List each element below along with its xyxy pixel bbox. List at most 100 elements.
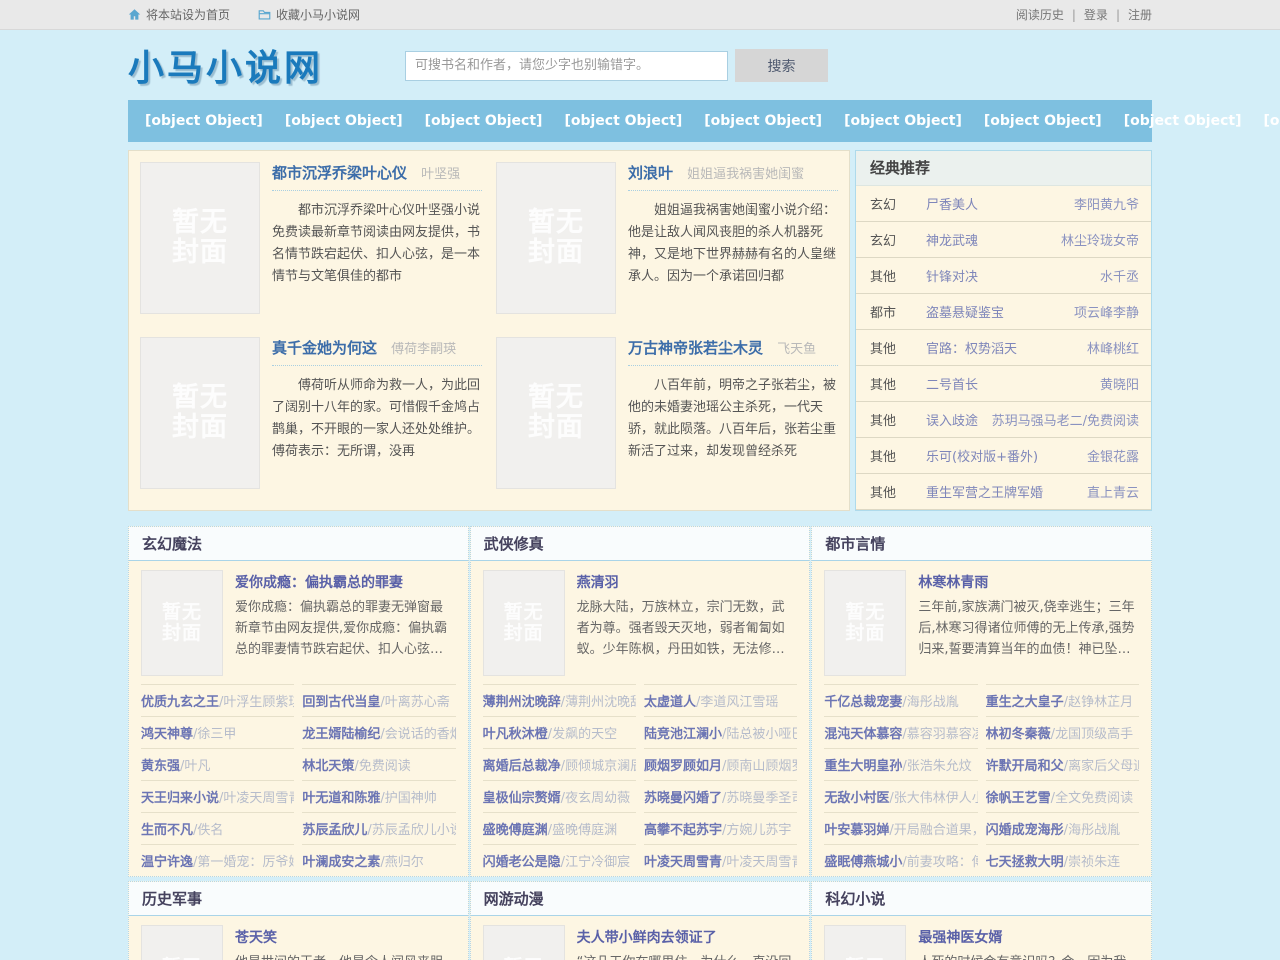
book-title-link[interactable]: 夫人带小鲜肉去领证了: [577, 927, 798, 947]
book-cover-placeholder[interactable]: 暂无封面: [140, 162, 260, 314]
book-title-link[interactable]: 盗墓悬疑鉴宝: [926, 302, 1068, 321]
book-list-item: 林初冬秦薇龙国顶级高手: [986, 716, 1139, 748]
book-list-item: 无敌小村医张大伟林伊人小: [824, 780, 977, 812]
category-section: 都市言情 暂无封面 林寒林青雨 三年前,家族满门被灭,侥幸逃生；三年后,林寒习得…: [811, 526, 1152, 877]
book-title-link[interactable]: 都市沉浮乔梁叶心仪: [272, 164, 407, 182]
nav-item[interactable]: [object Object]: [274, 100, 414, 142]
book-author-link[interactable]: 李阳黄九爷: [1074, 194, 1139, 213]
book-title-link[interactable]: 薄荆州沈晚辞: [483, 695, 561, 710]
book-title-link[interactable]: 鸿天神尊: [141, 727, 193, 742]
book-title-link[interactable]: 真千金她为何这: [272, 339, 377, 357]
book-title-link[interactable]: 重生大明皇孙: [824, 759, 902, 774]
book-cover-placeholder[interactable]: 暂无封面: [483, 925, 565, 960]
book-title-link[interactable]: 燕清羽: [577, 572, 798, 592]
book-title-link[interactable]: 林初冬秦薇: [986, 727, 1051, 742]
nav-item[interactable]: [object Object]: [1113, 100, 1253, 142]
book-author-link[interactable]: 水千丞: [1100, 266, 1139, 285]
book-list-item: 太虚道人李道风江雪瑶: [644, 684, 797, 716]
book-title-link[interactable]: 黄东强: [141, 759, 180, 774]
book-title-link[interactable]: 重生军营之王牌军婚: [926, 482, 1081, 501]
book-title-link[interactable]: 苏辰孟欣儿: [302, 823, 367, 838]
book-title-link[interactable]: 皇极仙宗赘婿: [483, 791, 561, 806]
book-title-link[interactable]: 优质九玄之王: [141, 695, 219, 710]
book-title-link[interactable]: 温宁许逸: [141, 855, 193, 870]
book-cover-placeholder[interactable]: 暂无封面: [141, 925, 223, 960]
book-title-link[interactable]: 尸香美人: [926, 194, 1068, 213]
search-input[interactable]: [405, 51, 728, 81]
nav-item[interactable]: [object Object]: [134, 100, 274, 142]
book-title-link[interactable]: 叶澜成安之素: [302, 855, 380, 870]
book-title-link[interactable]: 苏晓曼闪婚了: [644, 791, 722, 806]
book-title-link[interactable]: 天王归来小说: [141, 791, 219, 806]
site-logo[interactable]: 小马小说网: [128, 39, 323, 91]
book-title-link[interactable]: 最强神医女婿: [918, 927, 1139, 947]
book-title-link[interactable]: 叶凡秋沐橙: [483, 727, 548, 742]
book-title-link[interactable]: 误入歧途: [926, 410, 986, 429]
book-title-link[interactable]: 生而不凡: [141, 823, 193, 838]
book-cover-placeholder[interactable]: 暂无封面: [824, 570, 906, 676]
reading-history-link[interactable]: 阅读历史: [1016, 6, 1064, 23]
book-title-link[interactable]: 叶安慕羽婵: [824, 823, 889, 838]
nav-item[interactable]: [object Object]: [693, 100, 833, 142]
book-author-link[interactable]: 林峰桃红: [1087, 338, 1139, 357]
book-title-link[interactable]: 高攀不起苏宇: [644, 823, 722, 838]
book-cover-placeholder[interactable]: 暂无封面: [824, 925, 906, 960]
search-button[interactable]: 搜索: [735, 49, 828, 82]
book-title-link[interactable]: 针锋对决: [926, 266, 1094, 285]
nav-item[interactable]: [object Object]: [973, 100, 1113, 142]
book-cover-placeholder[interactable]: 暂无封面: [141, 570, 223, 676]
book-author-link[interactable]: 项云峰李静: [1074, 302, 1139, 321]
book-title-link[interactable]: 龙王婿陆榆纪: [302, 727, 380, 742]
book-title-link[interactable]: 陆竞池江澜小: [644, 727, 722, 742]
book-title-link[interactable]: 许默开局和父: [986, 759, 1064, 774]
book-title-link[interactable]: 顾烟罗顾如月: [644, 759, 722, 774]
book-title-link[interactable]: 刘浪叶: [628, 164, 673, 182]
book-author: 发飙的天空: [548, 727, 617, 742]
book-author-link[interactable]: 黄晓阳: [1100, 374, 1139, 393]
book-author-link[interactable]: 金银花露: [1087, 446, 1139, 465]
register-link[interactable]: 注册: [1128, 6, 1152, 23]
book-title-link[interactable]: 徐帆王艺雪: [986, 791, 1051, 806]
book-cover-placeholder[interactable]: 暂无封面: [140, 337, 260, 489]
book-cover-placeholder[interactable]: 暂无封面: [483, 570, 565, 676]
book-title-link[interactable]: 乐可(校对版+番外): [926, 446, 1081, 465]
book-title-link[interactable]: 七天拯救大明: [986, 855, 1064, 870]
book-cover-placeholder[interactable]: 暂无封面: [496, 162, 616, 314]
book-title-link[interactable]: 林寒林青雨: [918, 572, 1139, 592]
book-author-link[interactable]: 直上青云: [1087, 482, 1139, 501]
classic-recommend-row: 其他 误入歧途 苏玥马强马老二/免费阅读: [856, 402, 1151, 438]
book-title-link[interactable]: 离婚后总裁净: [483, 759, 561, 774]
nav-item[interactable]: [object Object]: [414, 100, 554, 142]
book-title-link[interactable]: 二号首长: [926, 374, 1094, 393]
book-title-link[interactable]: 重生之大皇子: [986, 695, 1064, 710]
book-title-link[interactable]: 太虚道人: [644, 695, 696, 710]
book-title-link[interactable]: 叶无道和陈雅: [302, 791, 380, 806]
book-author-link[interactable]: 苏玥马强马老二/免费阅读: [992, 410, 1139, 429]
book-title-link[interactable]: 盛晚傅庭渊: [483, 823, 548, 838]
book-title-link[interactable]: 混沌天体慕容: [824, 727, 902, 742]
nav-item[interactable]: [object Object]: [833, 100, 973, 142]
favorite-link[interactable]: 收藏小马小说网: [258, 6, 360, 23]
login-link[interactable]: 登录: [1084, 6, 1108, 23]
book-description: 傅荷听从师命为救一人，为此回了阔别十八年的家。可惜假千金鸠占鹊巢，不开眼的一家人…: [272, 375, 482, 463]
book-author: 全文免费阅读: [1051, 791, 1133, 806]
book-title-link[interactable]: 林北天策: [302, 759, 354, 774]
book-title-link[interactable]: 无敌小村医: [824, 791, 889, 806]
topbar: 将本站设为首页 收藏小马小说网 阅读历史 | 登录 | 注册: [0, 0, 1280, 30]
book-title-link[interactable]: 回到古代当皇: [302, 695, 380, 710]
book-author-link[interactable]: 林尘玲珑女帝: [1061, 230, 1139, 249]
book-title-link[interactable]: 万古神帝张若尘木灵: [628, 339, 763, 357]
set-home-link[interactable]: 将本站设为首页: [128, 6, 230, 23]
book-title-link[interactable]: 爱你成瘾：偏执霸总的罪妻: [235, 572, 456, 592]
book-title-link[interactable]: 千亿总裁宠妻: [824, 695, 902, 710]
book-cover-placeholder[interactable]: 暂无封面: [496, 337, 616, 489]
book-title-link[interactable]: 官路：权势滔天: [926, 338, 1081, 357]
book-title-link[interactable]: 神龙武魂: [926, 230, 1055, 249]
book-title-link[interactable]: 叶凌天周雪青: [644, 855, 722, 870]
book-title-link[interactable]: 闪婚成宠海彤: [986, 823, 1064, 838]
book-title-link[interactable]: 闪婚老公是隐: [483, 855, 561, 870]
book-title-link[interactable]: 苍天笑: [235, 927, 456, 947]
book-title-link[interactable]: 盛眠傅燕城小: [824, 855, 902, 870]
nav-item[interactable]: [object Object]: [553, 100, 693, 142]
nav-item[interactable]: [object Object]: [1253, 100, 1280, 142]
